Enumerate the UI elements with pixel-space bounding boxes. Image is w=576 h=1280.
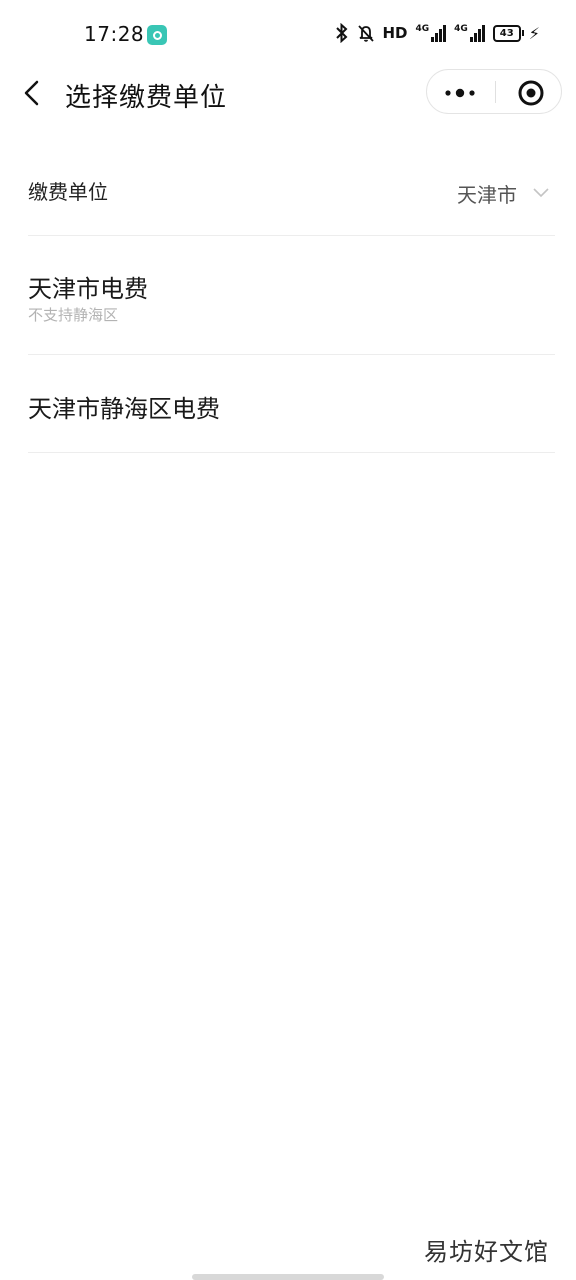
more-dots-icon	[445, 88, 475, 98]
network-type-label: 4G	[415, 24, 430, 34]
unit-name: 天津市电费	[28, 275, 148, 303]
payment-unit-selector[interactable]: 缴费单位 天津市	[28, 148, 555, 236]
app-notification-icon	[147, 25, 167, 45]
signal-1-icon: 4G	[415, 24, 447, 42]
battery-icon: 43	[492, 24, 524, 42]
bluetooth-icon	[336, 23, 348, 43]
selector-value: 天津市	[457, 183, 517, 207]
nav-bar: 选择缴费单位	[0, 68, 576, 118]
selector-label: 缴费单位	[28, 180, 108, 204]
status-icons: HD 4G 4G 43 ⚡	[334, 23, 540, 43]
page-title: 选择缴费单位	[65, 83, 228, 113]
hd-indicator: HD	[382, 24, 408, 42]
status-time: 17:28	[84, 22, 145, 46]
home-indicator	[192, 1274, 384, 1280]
more-button[interactable]	[427, 70, 495, 113]
close-miniprogram-button[interactable]	[496, 70, 562, 113]
network-type-label: 4G	[454, 24, 468, 34]
battery-level: 43	[499, 27, 514, 39]
chevron-down-icon	[533, 188, 549, 198]
back-button[interactable]	[18, 76, 50, 110]
chevron-left-icon	[24, 80, 39, 106]
unit-list-item[interactable]: 天津市电费 不支持静海区	[28, 236, 555, 355]
unit-list-item[interactable]: 天津市静海区电费	[28, 355, 555, 453]
unit-name: 天津市静海区电费	[28, 395, 220, 423]
target-close-icon	[518, 80, 544, 106]
capsule-menu	[426, 69, 562, 114]
watermark: 易坊好文馆	[424, 1238, 549, 1266]
unit-note: 不支持静海区	[28, 306, 119, 324]
bell-muted-icon	[358, 25, 375, 42]
charging-icon: ⚡	[528, 23, 540, 43]
status-bar: 17:28 HD 4G 4G 43 ⚡	[0, 0, 576, 72]
signal-2-icon: 4G	[454, 24, 485, 42]
